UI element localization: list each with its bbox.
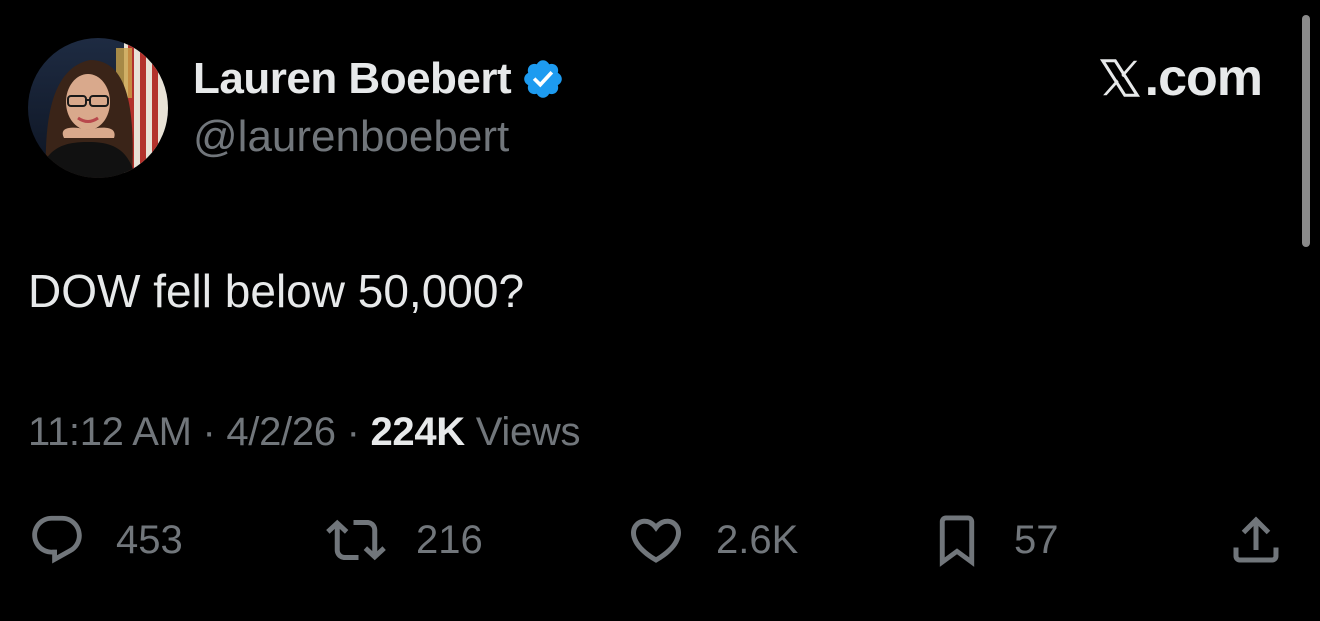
repost-button[interactable]: 216	[326, 505, 483, 575]
like-button[interactable]: 2.6K	[626, 505, 798, 575]
reply-button[interactable]: 453	[28, 505, 183, 575]
repost-count: 216	[416, 517, 483, 562]
tweet-time[interactable]: 11:12 AM	[28, 410, 192, 454]
bookmark-count: 57	[1014, 517, 1059, 562]
heart-icon	[630, 518, 682, 563]
display-name[interactable]: Lauren Boebert	[193, 54, 512, 104]
x-logo-icon	[1099, 59, 1140, 97]
tweet-text: DOW fell below 50,000?	[28, 265, 525, 317]
bookmark-button[interactable]: 57	[930, 505, 1059, 575]
tweet-meta: 11:12 AM · 4/2/26 · 224K Views	[28, 410, 580, 455]
avatar-photo	[28, 38, 168, 178]
author-handle[interactable]: @laurenboebert	[193, 112, 509, 162]
share-upload-icon	[1233, 516, 1279, 563]
views-count: 224K	[370, 410, 465, 454]
bookmark-icon	[939, 515, 975, 567]
avatar[interactable]	[28, 38, 168, 178]
verified-badge-icon	[524, 60, 562, 98]
meta-separator: ·	[346, 410, 360, 454]
brand-logo[interactable]: .com	[1097, 48, 1263, 108]
tweet-date[interactable]: 4/2/26	[226, 410, 336, 454]
brand-domain: .com	[1144, 49, 1263, 107]
share-button[interactable]	[1226, 505, 1286, 575]
scrollbar[interactable]	[1302, 15, 1310, 247]
meta-separator: ·	[202, 410, 216, 454]
author-name-row[interactable]: Lauren Boebert	[193, 53, 565, 105]
like-count: 2.6K	[716, 517, 799, 562]
reply-count: 453	[116, 517, 183, 562]
views-label: Views	[475, 410, 581, 454]
action-bar: 453 216 2.6K 57	[0, 505, 1320, 575]
comment-bubble-icon	[32, 515, 82, 564]
repost-arrows-icon	[326, 519, 386, 561]
